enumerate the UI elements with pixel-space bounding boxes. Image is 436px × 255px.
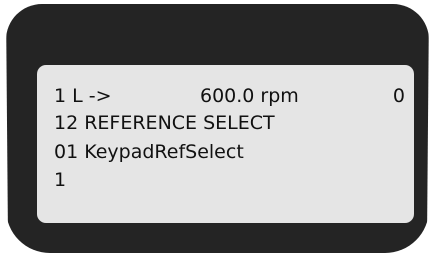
lcd-display: 1 L -> 600.0 rpm 0 12 REFERENCE SELECT 0… [37,65,414,223]
speed-readout: 600.0 rpm [200,85,299,107]
control-mode-text: 1 L -> [54,85,112,107]
parameter-group: 12 REFERENCE SELECT [54,112,275,134]
status-value: 0 [392,85,405,107]
parameter-name: 01 KeypadRefSelect [54,141,244,163]
parameter-value: 1 [54,169,67,191]
